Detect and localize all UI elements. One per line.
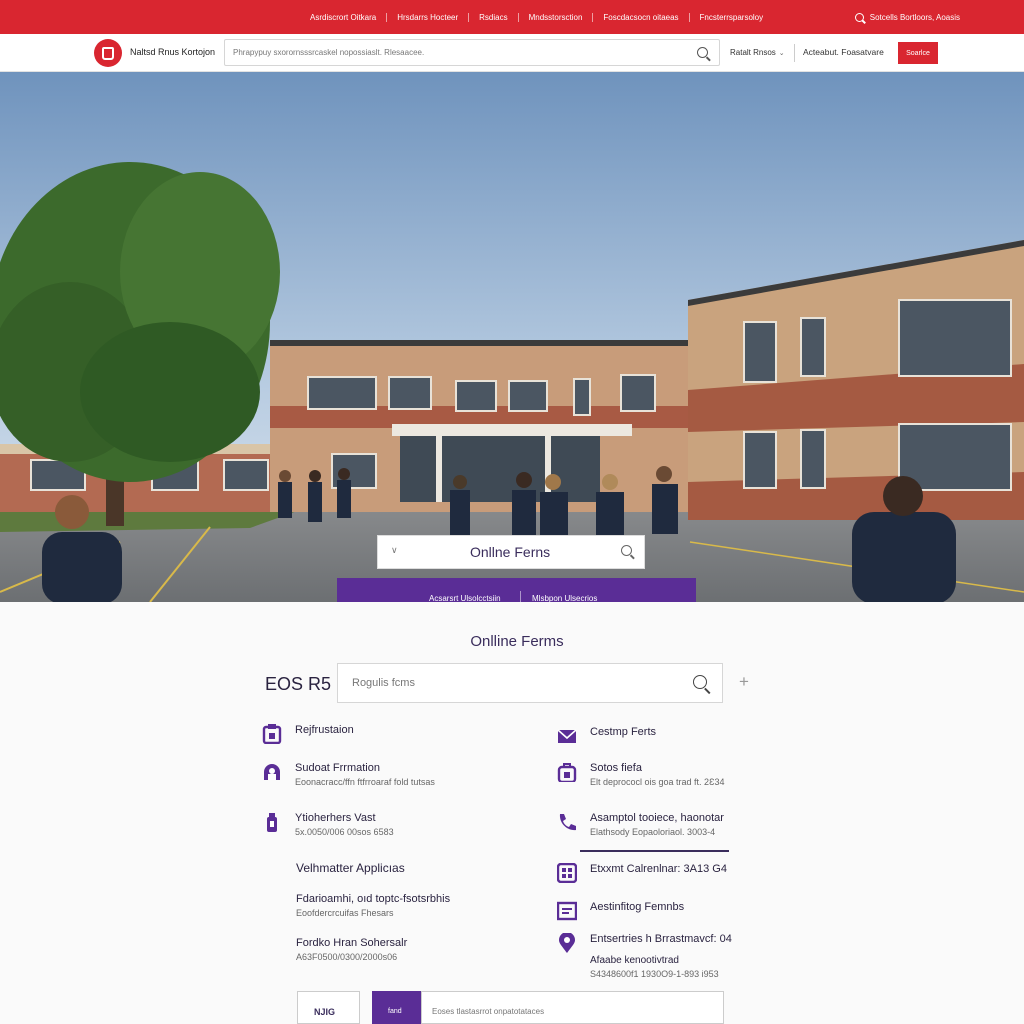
- bottom-input-text: Eoses tlastasrrot onpatotataces: [432, 1007, 545, 1016]
- header-search-input[interactable]: [233, 40, 693, 65]
- site-name[interactable]: Naltsd Rnus Kortojon: [130, 47, 215, 57]
- hero-tab-1[interactable]: Acsarsrt Ulsolcctsiin: [429, 594, 501, 602]
- form-item-title: Fdarioamhi, oıd toptc-fsotsrbhis: [296, 893, 451, 905]
- top-nav-link-5[interactable]: Foscdacsocn oitaeas: [593, 12, 690, 22]
- form-item-title: Rejfrustaion: [295, 724, 354, 736]
- header-divider: [794, 44, 795, 62]
- form-item-title: Aestinfitog Femnbs: [590, 901, 685, 913]
- form-item-title: Entsertries h Brrastmavcf: 04: [590, 933, 732, 945]
- form-item-title: Cestmp Ferts: [590, 726, 657, 738]
- form-item-subtitle: A63F0500/0300/2000s06: [296, 952, 398, 962]
- hero-tab-bar: Acsarsrt Ulsolcctsiin Mlsbpon Ulsecrios: [337, 578, 696, 602]
- form-item-subtitle: Afaabe kenootivtrad: [590, 955, 679, 966]
- student-icon: [264, 764, 280, 780]
- logo-icon[interactable]: [94, 39, 122, 67]
- forms-section-title: Onlline Ferms: [470, 633, 564, 650]
- header-dropdown-link[interactable]: Ratalt Rnsos ⌄: [730, 48, 785, 57]
- bottom-input[interactable]: Eoses tlastasrrot onpatotataces: [421, 991, 724, 1024]
- hero-tab-divider: [520, 591, 521, 602]
- form-item-title: Sotos fiefa: [590, 762, 642, 774]
- chevron-down-icon[interactable]: ∨: [391, 545, 398, 556]
- form-icon: [557, 901, 577, 921]
- hero-section: ∨ Onllne Ferns Acsarsrt Ulsolcctsiin Mls…: [0, 72, 1024, 602]
- bottom-tile-label: NJIG: [314, 1007, 336, 1017]
- header-dropdown-label: Ratalt Rnsos: [730, 48, 776, 57]
- location-pin-icon: [559, 933, 575, 953]
- search-icon[interactable]: [697, 47, 708, 58]
- header-link[interactable]: Acteabut. Foasatvare: [803, 47, 884, 57]
- top-nav-link-2[interactable]: Hrsdarrs Hocteer: [387, 12, 470, 22]
- top-nav-link-6[interactable]: Fncsterrsparsoloy: [690, 13, 774, 22]
- forms-search-input[interactable]: [352, 664, 682, 702]
- hero-search-bar[interactable]: ∨ Onllne Ferns: [377, 535, 645, 569]
- top-nav-link-4[interactable]: Mndsstorsction: [519, 12, 594, 22]
- top-nav-link-1[interactable]: Asrdiscrort Oitkara: [300, 12, 388, 22]
- form-item-title: Fordko Hran Sohersalr: [296, 937, 408, 949]
- chevron-down-icon: ⌄: [778, 50, 785, 57]
- calendar-icon: [557, 863, 577, 883]
- form-item-subtitle: Eoofdercrcuifas Fhesars: [296, 908, 394, 918]
- header-search: [224, 39, 720, 66]
- form-item-subtitle: Elt deprococl ois goa trad ft. 2Ɛ34: [590, 777, 725, 787]
- top-nav: Asrdiscrort Oitkara Hrsdarrs Hocteer Rsd…: [300, 0, 773, 34]
- form-item-title: Ytioherhers Vast: [295, 812, 376, 824]
- form-item-subtitle: Elathsody Eopaoloriaol. 3003-4: [590, 827, 716, 837]
- top-account-label: Sotcells Bortloors, Aoasis: [869, 12, 960, 22]
- search-icon: [854, 12, 864, 22]
- form-item-title: Etxxmt Calrenlnar: 3A13 G4: [590, 863, 727, 875]
- form-item-title: Asamptol tooiece, haonotar: [590, 812, 724, 824]
- bottom-button-label: fand: [388, 1008, 402, 1015]
- search-icon[interactable]: [693, 675, 707, 689]
- bottom-tile[interactable]: NJIG: [297, 991, 360, 1024]
- bottom-button[interactable]: fand: [372, 991, 421, 1024]
- top-account-link[interactable]: Sotcells Bortloors, Aoasis: [854, 0, 960, 34]
- phone-icon: [559, 814, 576, 831]
- hero-tab-2[interactable]: Mlsbpon Ulsecrios: [532, 594, 597, 602]
- site-header: Naltsd Rnus Kortojon Ratalt Rnsos⌄ Actea…: [0, 34, 1024, 72]
- add-icon[interactable]: +: [736, 672, 752, 692]
- backpack-icon: [557, 763, 577, 782]
- form-item-title: Velhmatter Applicıas: [296, 861, 405, 875]
- clipboard-icon: [262, 724, 282, 744]
- envelope-icon: [557, 729, 577, 743]
- header-button[interactable]: Soarlce: [898, 42, 938, 64]
- hero-photo: [0, 72, 1024, 602]
- forms-search: [337, 663, 723, 703]
- form-item-title: Sudoat Frrmation: [295, 762, 380, 774]
- search-icon[interactable]: [621, 545, 632, 556]
- top-utility-bar: Asrdiscrort Oitkara Hrsdarrs Hocteer Rsd…: [0, 0, 1024, 34]
- bottle-icon: [267, 813, 277, 832]
- form-item-subtitle: 5x.0050/006 00sos 6583: [295, 827, 394, 837]
- form-item-subtitle: Eoonacracc/ffn ftfrroaraf fold tutsas: [295, 777, 435, 787]
- forms-label: EOS R5: [265, 674, 332, 694]
- top-nav-link-3[interactable]: Rsdiacs: [469, 12, 519, 22]
- form-item-subtitle-2: S4348600f1 1930O9-1-893 i953: [590, 969, 719, 979]
- hero-search-text: Onllne Ferns: [470, 544, 551, 560]
- section-divider: [580, 850, 729, 852]
